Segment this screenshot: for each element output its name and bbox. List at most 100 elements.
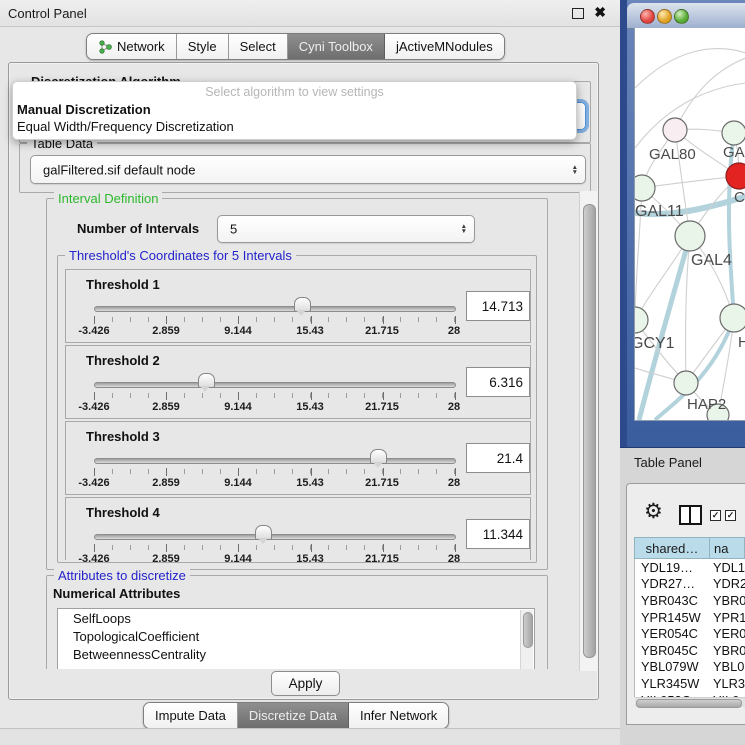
apply-button[interactable]: Apply [271,671,340,696]
list-scrollbar[interactable] [520,610,533,669]
table-row[interactable]: YPR145WYPR1 [635,609,745,626]
threshold-2-panel: Threshold 2 -3.4262.8599.144 15.4321.715… [65,345,531,419]
tab-infer-network[interactable]: Infer Network [349,703,448,728]
network-node-label: HAP2 [687,396,726,413]
slider-ticks [94,393,455,398]
tab-discretize-data-label: Discretize Data [249,708,337,723]
threshold-3-label: Threshold 3 [86,429,160,444]
settings-scrollbar[interactable] [579,191,597,671]
window-frame-edge [620,0,627,447]
left-panel-footer [0,728,620,745]
table-row[interactable]: YDR27…YDR2 [635,576,745,593]
thresholds-title: Threshold's Coordinates for 5 Intervals [65,248,296,263]
column-header-name[interactable]: na [710,537,745,559]
tab-cyni-toolbox[interactable]: Cyni Toolbox [288,34,385,59]
settings-scrollbar-thumb[interactable] [583,204,596,658]
column-header-shared-name[interactable]: shared… [634,537,710,559]
close-traffic-light-icon[interactable] [640,9,655,24]
table-data-combobox[interactable]: galFiltered.sif default node ▲▼ [30,155,586,184]
network-node-label: GCY1 [635,335,675,352]
checkbox-icon[interactable]: ✓ [725,510,736,521]
table-panel-title: Table Panel [634,455,702,470]
panel-title: Control Panel [8,6,87,21]
tab-style-label: Style [188,39,217,54]
threshold-4-panel: Threshold 4 -3.4262.8599.144 15.4321.715… [65,497,531,560]
tab-impute-data[interactable]: Impute Data [144,703,238,728]
dropdown-option-equal-width[interactable]: Equal Width/Frequency Discretization [17,119,234,134]
dropdown-option-manual[interactable]: Manual Discretization [17,102,151,117]
table-row[interactable]: YBL079WYBL0 [635,659,745,676]
network-node[interactable] [722,121,745,145]
table-row[interactable]: YBR045CYBR0 [635,642,745,659]
table-hscrollbar-thumb[interactable] [636,699,742,708]
checkbox-icon[interactable]: ✓ [710,510,721,521]
network-node-label: GAL4 [691,252,732,269]
settings-scroll-area: Interval Definition Number of Intervals … [15,191,579,669]
network-window-titlebar[interactable] [627,3,745,29]
slider-tick-labels: -3.4262.8599.144 15.4321.71528 [94,553,454,565]
gear-icon[interactable]: ⚙ [644,501,663,522]
table-row[interactable]: YDL19…YDL1 [635,559,745,576]
network-canvas[interactable]: GAL80 GA C GAL11 GAL4 GCY1 H HAP2 [634,28,745,421]
tab-discretize-data[interactable]: Discretize Data [238,703,349,728]
number-of-intervals-label: Number of Intervals [77,221,199,236]
network-node[interactable] [635,307,648,333]
threshold-1-value-field[interactable]: 14.713 [466,291,530,321]
list-item[interactable]: BetweennessCentrality [58,645,534,663]
slider-ticks [94,317,455,322]
threshold-1-label: Threshold 1 [86,277,160,292]
interval-definition-group: Interval Definition Number of Intervals … [46,198,548,570]
threshold-4-value-field[interactable]: 11.344 [466,519,530,549]
zoom-traffic-light-icon[interactable] [674,9,689,24]
split-columns-icon[interactable] [679,505,702,525]
number-of-intervals-combobox[interactable]: 5 ▲▼ [217,215,475,243]
threshold-2-slider-thumb[interactable] [198,373,215,388]
network-node-label: GAL11 [635,203,684,220]
threshold-3-value-field[interactable]: 21.4 [466,443,530,473]
threshold-1-slider-thumb[interactable] [294,297,311,312]
slider-tick-labels: -3.4262.8599.144 15.4321.71528 [94,325,454,337]
table-horizontal-scrollbar[interactable] [635,697,745,707]
table-row[interactable]: YER054CYER0 [635,625,745,642]
threshold-2-label: Threshold 2 [86,353,160,368]
threshold-2-value-field[interactable]: 6.316 [466,367,530,397]
threshold-4-slider-thumb[interactable] [255,525,272,540]
network-node-label: GA [723,144,745,161]
cyni-toolbox-panel: Discretization Algorithm ▲▼ Table Data g… [8,62,599,700]
tab-network[interactable]: Network [87,34,177,59]
table-row[interactable]: YBR043CYBR0 [635,592,745,609]
apply-button-label: Apply [289,676,323,691]
table-row[interactable]: YLR345WYLR3 [635,675,745,692]
attributes-group: Attributes to discretize Numerical Attri… [46,575,548,669]
network-node-label: C [734,189,745,206]
combo-stepper-icon: ▲▼ [461,224,467,234]
numerical-attributes-list: SelfLoops TopologicalCoefficient Between… [57,608,535,669]
tab-select[interactable]: Select [229,34,288,59]
tab-impute-data-label: Impute Data [155,708,226,723]
bottom-tabbar: Impute Data Discretize Data Infer Networ… [143,702,449,729]
combo-stepper-icon: ▲▼ [572,165,578,175]
network-graph: GAL80 GA C GAL11 GAL4 GCY1 H HAP2 [635,28,745,420]
network-node-label: H [738,334,745,351]
table-data-group: Table Data galFiltered.sif default node … [19,143,591,193]
top-tabbar: Network Style Select Cyni Toolbox jActiv… [86,33,505,60]
threshold-3-slider-thumb[interactable] [370,449,387,464]
minimize-traffic-light-icon[interactable] [657,9,672,24]
list-item[interactable]: SelfLoops [58,609,534,627]
float-window-icon[interactable] [572,8,584,19]
tab-jactivemnodules[interactable]: jActiveMNodules [385,34,504,59]
network-node[interactable] [720,304,745,332]
network-node-label: GAL80 [649,146,696,163]
network-node[interactable] [635,175,655,201]
threshold-1-panel: Threshold 1 -3.4262.8599.144 15.4321.715… [65,269,531,343]
dropdown-hint: Select algorithm to view settings [13,85,576,99]
close-icon[interactable]: ✖ [594,4,606,21]
tab-cyni-toolbox-label: Cyni Toolbox [299,39,373,54]
network-node[interactable] [675,221,705,251]
tab-style[interactable]: Style [177,34,229,59]
slider-tick-labels: -3.4262.8599.144 15.4321.71528 [94,477,454,489]
network-node[interactable] [663,118,687,142]
network-node[interactable] [674,371,698,395]
list-item[interactable]: TopologicalCoefficient [58,627,534,645]
tab-network-label: Network [117,39,165,54]
